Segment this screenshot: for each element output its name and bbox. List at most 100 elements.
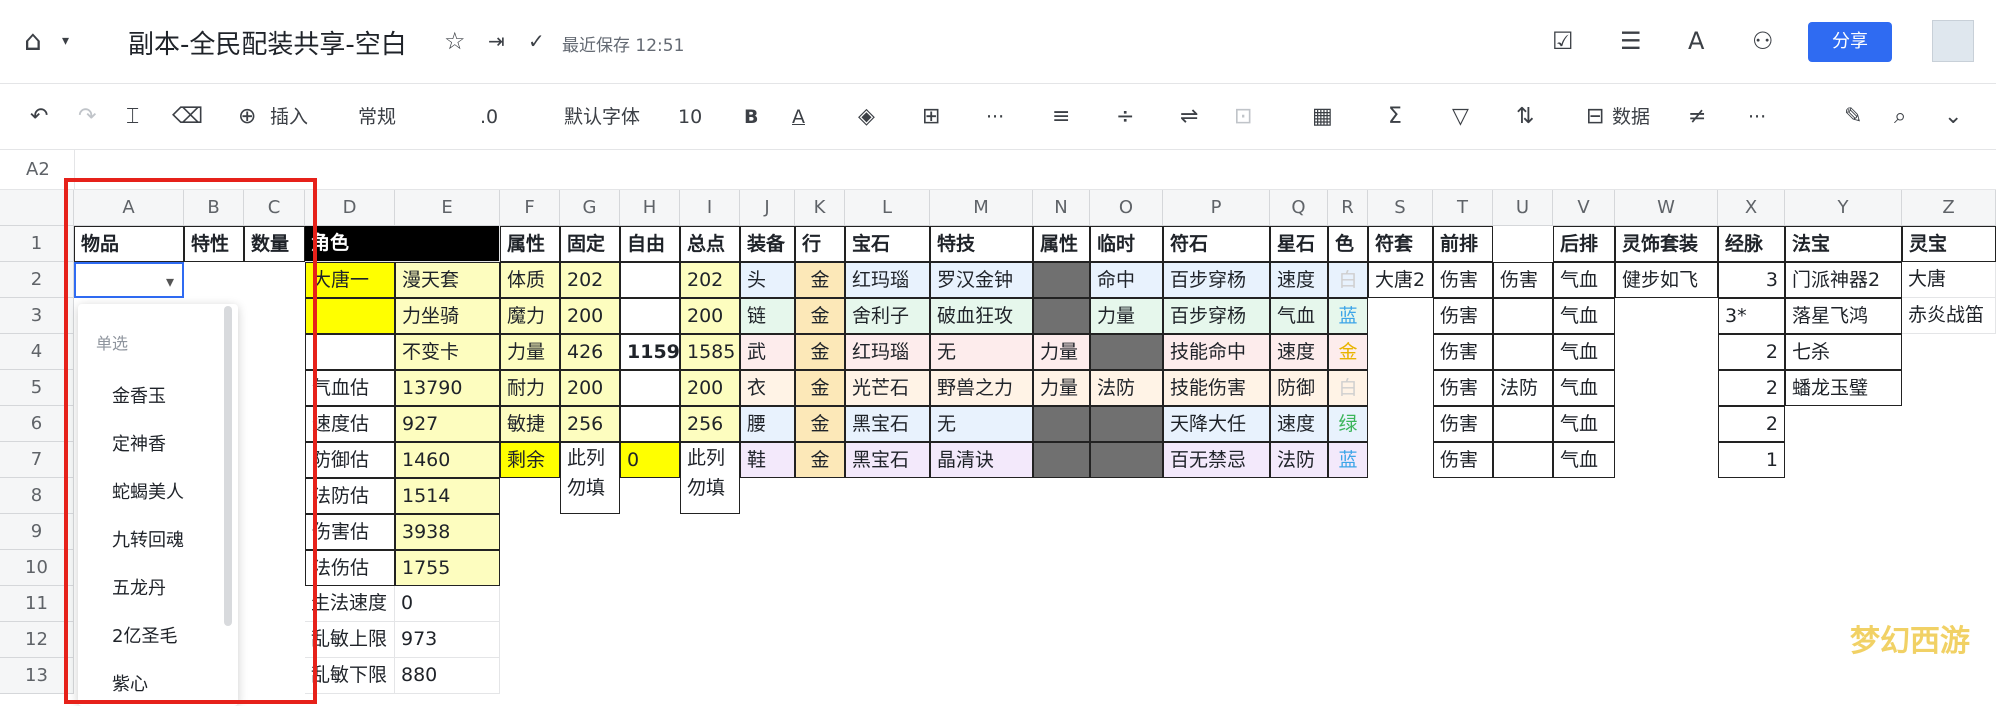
- cell-V3[interactable]: 气血: [1553, 298, 1615, 334]
- column-header-D[interactable]: D: [305, 190, 395, 226]
- cell-P6[interactable]: 天降大任: [1163, 406, 1270, 442]
- cell-Z2[interactable]: 大唐: [1902, 262, 1996, 298]
- undo-icon[interactable]: ↶: [30, 100, 48, 134]
- cell-H7[interactable]: 0: [620, 442, 680, 478]
- cell-T1[interactable]: 前排: [1433, 226, 1493, 262]
- cell-O3[interactable]: 力量: [1090, 298, 1163, 334]
- cell-L5[interactable]: 光芒石: [845, 370, 930, 406]
- cell-T6[interactable]: 伤害: [1433, 406, 1493, 442]
- cell-M5[interactable]: 野兽之力: [930, 370, 1033, 406]
- cell-D13[interactable]: 乱敏下限: [305, 658, 395, 694]
- cell-P2[interactable]: 百步穿杨: [1163, 262, 1270, 298]
- cell-D5[interactable]: 气血估: [305, 370, 395, 406]
- vertical-align-icon[interactable]: ÷: [1116, 100, 1134, 134]
- cell-D7[interactable]: 防御估: [305, 442, 395, 478]
- merge-icon[interactable]: ⊡: [1234, 100, 1252, 134]
- font-family-select[interactable]: 默认字体: [564, 100, 640, 134]
- edit-icon[interactable]: ✎: [1844, 100, 1862, 134]
- column-header-F[interactable]: F: [500, 190, 560, 226]
- cell-P1[interactable]: 符石: [1163, 226, 1270, 262]
- cell-R1[interactable]: 色: [1328, 226, 1368, 262]
- cell-N1[interactable]: 属性: [1033, 226, 1090, 262]
- cell-F5[interactable]: 耐力: [500, 370, 560, 406]
- function-icon[interactable]: ≠: [1688, 100, 1706, 134]
- cell-N7[interactable]: [1033, 442, 1090, 478]
- cell-R5[interactable]: 白: [1328, 370, 1368, 406]
- row-header-9[interactable]: 9: [0, 514, 74, 550]
- cell-R7[interactable]: 蓝: [1328, 442, 1368, 478]
- cell-J4[interactable]: 武: [740, 334, 795, 370]
- cell-M2[interactable]: 罗汉金钟: [930, 262, 1033, 298]
- filter-icon[interactable]: ▽: [1452, 100, 1469, 134]
- cell-I7[interactable]: 此列勿填: [680, 442, 740, 514]
- cell-E8[interactable]: 1514: [395, 478, 500, 514]
- row-header-7[interactable]: 7: [0, 442, 74, 478]
- chevron-down-icon[interactable]: ▾: [62, 26, 69, 56]
- cell-O4[interactable]: [1090, 334, 1163, 370]
- cell-K3[interactable]: 金: [795, 298, 845, 334]
- star-icon[interactable]: ☆: [444, 26, 466, 56]
- cell-V2[interactable]: 气血: [1553, 262, 1615, 298]
- cell-N6[interactable]: [1033, 406, 1090, 442]
- cell-M6[interactable]: 无: [930, 406, 1033, 442]
- cell-U7[interactable]: [1493, 442, 1553, 478]
- cell-Q5[interactable]: 防御: [1270, 370, 1328, 406]
- cell-V5[interactable]: 气血: [1553, 370, 1615, 406]
- cell-K1[interactable]: 行: [795, 226, 845, 262]
- cell-O5[interactable]: 法防: [1090, 370, 1163, 406]
- row-header-13[interactable]: 13: [0, 658, 74, 694]
- wrap-icon[interactable]: ⇌: [1180, 100, 1198, 134]
- cell-G1[interactable]: 固定: [560, 226, 620, 262]
- cell-V6[interactable]: 气血: [1553, 406, 1615, 442]
- column-header-H[interactable]: H: [620, 190, 680, 226]
- row-header-5[interactable]: 5: [0, 370, 74, 406]
- row-header-6[interactable]: 6: [0, 406, 74, 442]
- cell-E12[interactable]: 973: [395, 622, 500, 658]
- bold-button[interactable]: B: [744, 100, 758, 134]
- cell-N2[interactable]: [1033, 262, 1090, 298]
- cell-N5[interactable]: 力量: [1033, 370, 1090, 406]
- cell-Z1[interactable]: 灵宝: [1902, 226, 1996, 262]
- cell-G4[interactable]: 426: [560, 334, 620, 370]
- cell-R6[interactable]: 绿: [1328, 406, 1368, 442]
- column-header-X[interactable]: X: [1718, 190, 1785, 226]
- cell-U4[interactable]: [1493, 334, 1553, 370]
- column-header-U[interactable]: U: [1493, 190, 1553, 226]
- cell-E13[interactable]: 880: [395, 658, 500, 694]
- cell-K5[interactable]: 金: [795, 370, 845, 406]
- cell-Y4[interactable]: 七杀: [1785, 334, 1902, 370]
- column-header-M[interactable]: M: [930, 190, 1033, 226]
- cell-Y5[interactable]: 蟠龙玉璧: [1785, 370, 1902, 406]
- cell-L6[interactable]: 黑宝石: [845, 406, 930, 442]
- eraser-icon[interactable]: ⌫: [172, 100, 203, 134]
- cell-F6[interactable]: 敏捷: [500, 406, 560, 442]
- column-header-Q[interactable]: Q: [1270, 190, 1328, 226]
- column-header-L[interactable]: L: [845, 190, 930, 226]
- cell-K4[interactable]: 金: [795, 334, 845, 370]
- font-size-select[interactable]: 10: [678, 100, 702, 134]
- cell-H6[interactable]: [620, 406, 680, 442]
- cell-L7[interactable]: 黑宝石: [845, 442, 930, 478]
- cell-J5[interactable]: 衣: [740, 370, 795, 406]
- cell-J1[interactable]: 装备: [740, 226, 795, 262]
- cell-U2[interactable]: 伤害: [1493, 262, 1553, 298]
- cell-R2[interactable]: 白: [1328, 262, 1368, 298]
- column-header-T[interactable]: T: [1433, 190, 1493, 226]
- column-header-Z[interactable]: Z: [1902, 190, 1996, 226]
- cell-O1[interactable]: 临时: [1090, 226, 1163, 262]
- format-painter-icon[interactable]: ⌶: [126, 100, 139, 134]
- cell-W1[interactable]: 灵饰套装: [1615, 226, 1718, 262]
- cell-role-header[interactable]: 角色: [305, 226, 500, 262]
- cell-S1[interactable]: 符套: [1368, 226, 1433, 262]
- cell-U5[interactable]: 法防: [1493, 370, 1553, 406]
- cell-I4[interactable]: 1585: [680, 334, 740, 370]
- cell-H3[interactable]: [620, 298, 680, 334]
- cell-F1[interactable]: 属性: [500, 226, 560, 262]
- cell-D6[interactable]: 速度估: [305, 406, 395, 442]
- row-header-12[interactable]: 12: [0, 622, 74, 658]
- menu-icon[interactable]: ☰: [1620, 26, 1642, 56]
- decimal-stepper[interactable]: .0: [480, 100, 498, 134]
- cell-E6[interactable]: 927: [395, 406, 500, 442]
- cell-F3[interactable]: 魔力: [500, 298, 560, 334]
- more-toolbar-button[interactable]: ···: [986, 100, 1004, 134]
